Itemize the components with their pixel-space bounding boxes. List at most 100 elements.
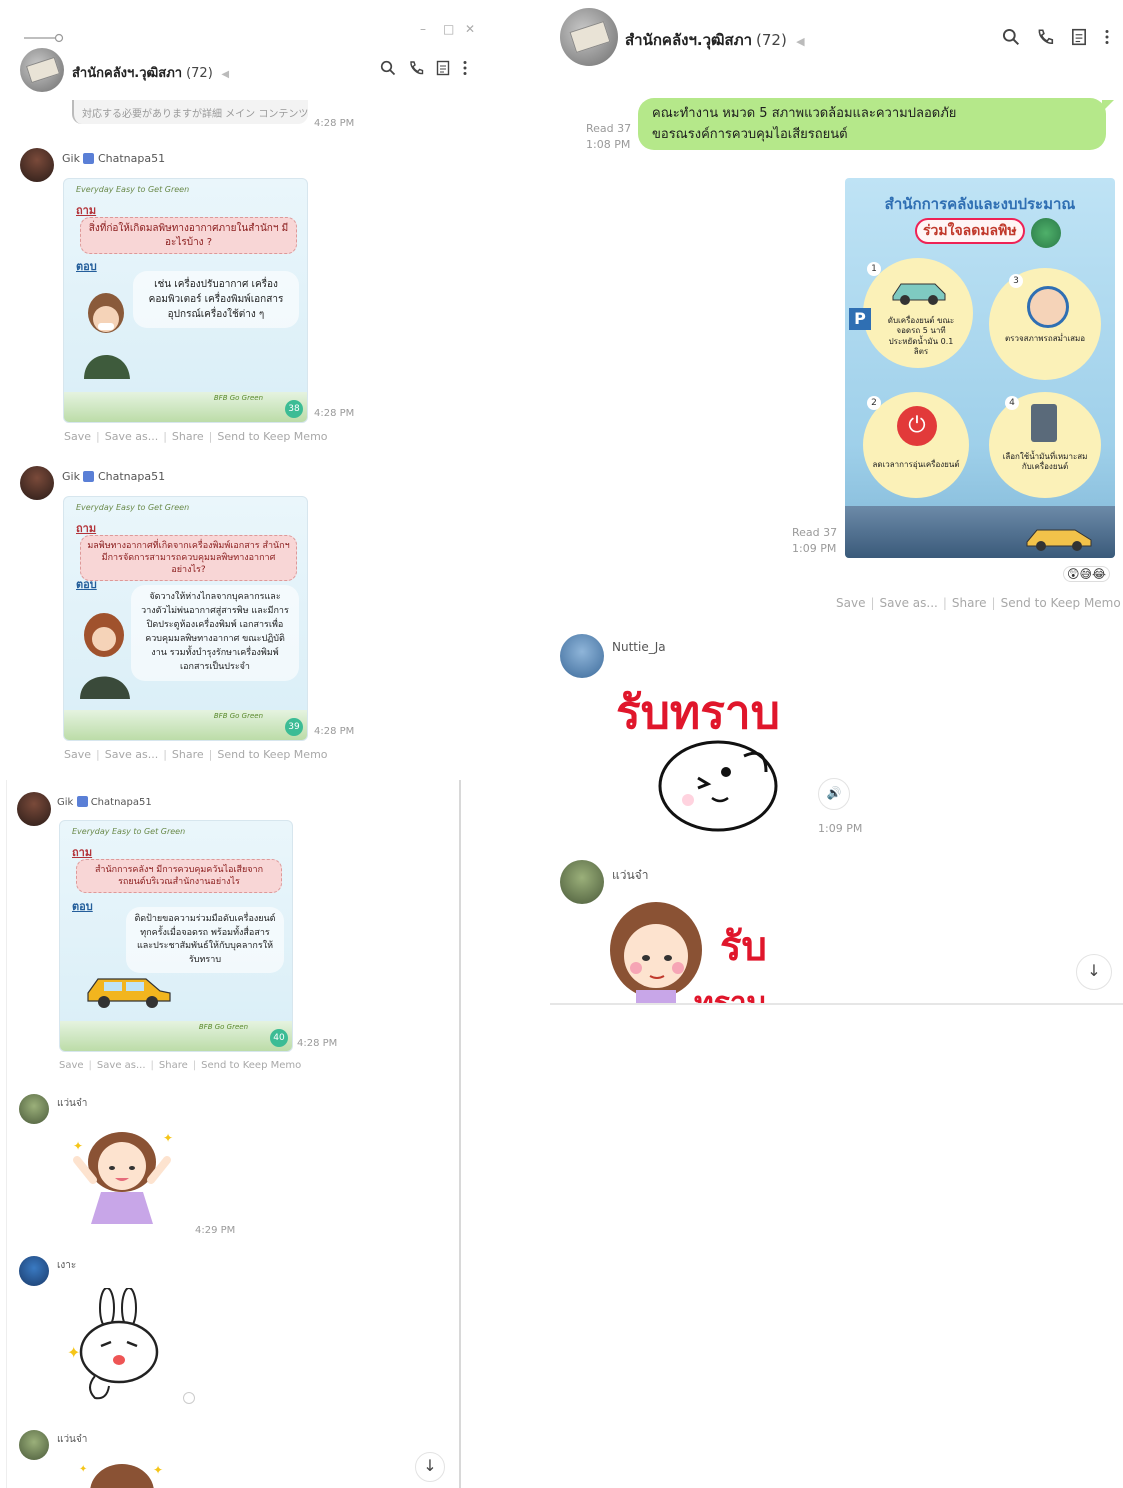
- sender-avatar[interactable]: [19, 1256, 49, 1286]
- play-sound-button[interactable]: 🔊: [818, 778, 850, 810]
- search-icon[interactable]: [1002, 28, 1020, 46]
- sender-avatar[interactable]: [17, 792, 51, 826]
- speaker-icon: ◀︎: [221, 69, 230, 80]
- item-text: ตรวจสภาพรถสม่ำเสมอ: [1004, 334, 1086, 343]
- sender-name: แว่นจ๋า: [612, 868, 649, 882]
- scroll-to-bottom-button[interactable]: ↓: [1076, 954, 1112, 990]
- maximize-button[interactable]: □: [443, 22, 454, 36]
- answer-label: ตอบ: [76, 260, 97, 273]
- minimize-button[interactable]: –: [420, 22, 426, 36]
- sender-name: Gik Chatnapa51: [62, 152, 166, 165]
- item-number: 4: [1005, 396, 1019, 410]
- save-as-link[interactable]: Save as...: [880, 596, 938, 610]
- bubble-tail: [1102, 100, 1114, 112]
- svg-text:✦: ✦: [67, 1343, 80, 1362]
- sent-text-bubble[interactable]: คณะทำงาน หมวด 5 สภาพแวดล้อมและความปลอดภั…: [638, 98, 1106, 150]
- sender-avatar[interactable]: [19, 1094, 49, 1124]
- send-to-keep-memo-link[interactable]: Send to Keep Memo: [201, 1060, 301, 1071]
- read-receipt: Read 37: [792, 526, 838, 539]
- yellow-car-icon: [84, 969, 174, 1009]
- campaign-poster-image[interactable]: สำนักการคลังและงบประมาณ ร่วมใจลดมลพิษ 1 …: [845, 178, 1115, 558]
- save-link[interactable]: Save: [59, 1060, 84, 1071]
- save-link[interactable]: Save: [836, 596, 865, 610]
- share-link[interactable]: Share: [952, 596, 987, 610]
- card-footer-cityscape: [64, 710, 307, 740]
- send-to-keep-memo-link[interactable]: Send to Keep Memo: [217, 748, 327, 761]
- page-number-badge: 38: [285, 400, 303, 418]
- close-button[interactable]: ✕: [465, 22, 475, 36]
- poster-item-4: 4 เลือกใช้น้ำมันที่เหมาะสมกับเครื่องยนต์: [989, 392, 1101, 498]
- group-avatar[interactable]: [20, 48, 64, 92]
- read-indicator-icon: [183, 1392, 195, 1404]
- share-link[interactable]: Share: [172, 748, 204, 761]
- poster-car-footer-icon: [1025, 524, 1095, 552]
- save-link[interactable]: Save: [64, 430, 91, 443]
- rabbit-sticker[interactable]: ✦: [67, 1287, 167, 1408]
- share-link[interactable]: Share: [159, 1060, 188, 1071]
- sender-avatar[interactable]: [560, 634, 604, 678]
- save-as-link[interactable]: Save as...: [105, 748, 158, 761]
- girl-acknowledged-sticker[interactable]: รับ ทราบ: [606, 900, 806, 1004]
- poster-item-1: 1 ดับเครื่องยนต์ ขณะจอดรถ 5 นาที ประหยัด…: [863, 258, 973, 368]
- scroll-to-bottom-button[interactable]: ↓: [415, 1452, 445, 1482]
- kebab-menu-icon[interactable]: [462, 60, 468, 76]
- send-to-keep-memo-link[interactable]: Send to Keep Memo: [1001, 596, 1121, 610]
- speaker-icon: ◀︎: [796, 35, 805, 48]
- sender-avatar[interactable]: [20, 466, 54, 500]
- item-text: ลดเวลาการอุ่นเครื่องยนต์: [872, 460, 960, 469]
- reactions[interactable]: 😲😅😂: [1063, 566, 1111, 582]
- sender-name: Gik Chatnapa51: [62, 470, 166, 483]
- acknowledged-sticker[interactable]: รับทราบ: [616, 676, 806, 836]
- bfb-label: BFB Go Green: [198, 1023, 248, 1031]
- magnifier-person-icon: [1027, 286, 1069, 328]
- svg-text:✦: ✦: [163, 1131, 173, 1145]
- qa-image-card[interactable]: Everyday Easy to Get Green ถาม สิ่งที่ก่…: [63, 178, 308, 423]
- question-text: สำนักการคลังฯ มีการควบคุมควันไอเสียจากรถ…: [76, 859, 282, 894]
- right-chat-window: สำนักคลังฯ.วุฒิสภา (72) ◀︎ Read 37 1:08 P…: [550, 0, 1123, 1005]
- bfb-label: BFB Go Green: [213, 712, 263, 720]
- reply-preview-text: 対応する必要がありますが詳細 メイン コンテンツに...: [82, 109, 308, 120]
- parking-icon: P: [849, 308, 871, 330]
- phone-icon[interactable]: [408, 60, 424, 76]
- phone-icon[interactable]: [1036, 28, 1054, 46]
- sender-avatar[interactable]: [19, 1430, 49, 1460]
- card-brand: Everyday Easy to Get Green: [72, 827, 186, 836]
- sender-avatar[interactable]: [560, 860, 604, 904]
- message-time: 4:28 PM: [314, 408, 355, 419]
- save-as-link[interactable]: Save as...: [97, 1060, 146, 1071]
- sender-name: แว่นจ๋า: [57, 1098, 88, 1109]
- send-to-keep-memo-link[interactable]: Send to Keep Memo: [217, 430, 327, 443]
- notes-icon[interactable]: [436, 60, 450, 76]
- pin-slider-icon[interactable]: [24, 28, 64, 43]
- poster-item-2: 2 ⏻ ลดเวลาการอุ่นเครื่องยนต์: [863, 392, 969, 498]
- search-icon[interactable]: [380, 60, 396, 76]
- svg-text:✦: ✦: [79, 1464, 87, 1475]
- image-actions: Save | Save as... | Share | Send to Keep Memo: [64, 748, 328, 761]
- qa-image-card[interactable]: Everyday Easy to Get Green ถาม มลพิษทางอ…: [63, 496, 308, 741]
- reply-preview[interactable]: 対応する必要がありますが詳細 メイン コンテンツに...: [72, 100, 308, 124]
- message-time: 4:29 PM: [195, 1225, 236, 1236]
- answer-label: ตอบ: [72, 900, 93, 913]
- kebab-menu-icon[interactable]: [1104, 28, 1110, 46]
- left-chat-window: – □ ✕ สำนักคลังฯ.วุฒิสภา (72) ◀︎ 対応する必要があ…: [10, 10, 488, 775]
- girl-sticker[interactable]: ✦ ✦: [67, 1120, 177, 1230]
- image-actions: Save | Save as... | Share | Send to Keep Memo: [59, 1060, 302, 1071]
- card-footer-cityscape: [60, 1021, 292, 1051]
- left-chat-window-continued: Gik Chatnapa51 Everyday Easy to Get Gree…: [6, 780, 459, 1488]
- arrow-down-icon: ↓: [1087, 961, 1101, 980]
- qa-image-card[interactable]: Everyday Easy to Get Green ถาม สำนักการค…: [59, 820, 293, 1052]
- car-icon: [891, 276, 947, 306]
- save-as-link[interactable]: Save as...: [105, 430, 158, 443]
- image-actions: Save | Save as... | Share | Send to Keep Memo: [64, 430, 328, 443]
- window-bottom-edge: [550, 1003, 1123, 1005]
- member-count: (72): [756, 31, 787, 49]
- sender-name: Nuttie_Ja: [612, 640, 666, 654]
- group-avatar[interactable]: [560, 8, 618, 66]
- question-text: สิ่งที่ก่อให้เกิดมลพิษทางอากาศภายในสำนัก…: [80, 217, 297, 254]
- girl-sticker-partial[interactable]: ✦ ✦: [77, 1460, 167, 1488]
- share-link[interactable]: Share: [172, 430, 204, 443]
- save-link[interactable]: Save: [64, 748, 91, 761]
- notes-icon[interactable]: [1071, 28, 1087, 46]
- message-time: 4:28 PM: [314, 118, 355, 129]
- sender-avatar[interactable]: [20, 148, 54, 182]
